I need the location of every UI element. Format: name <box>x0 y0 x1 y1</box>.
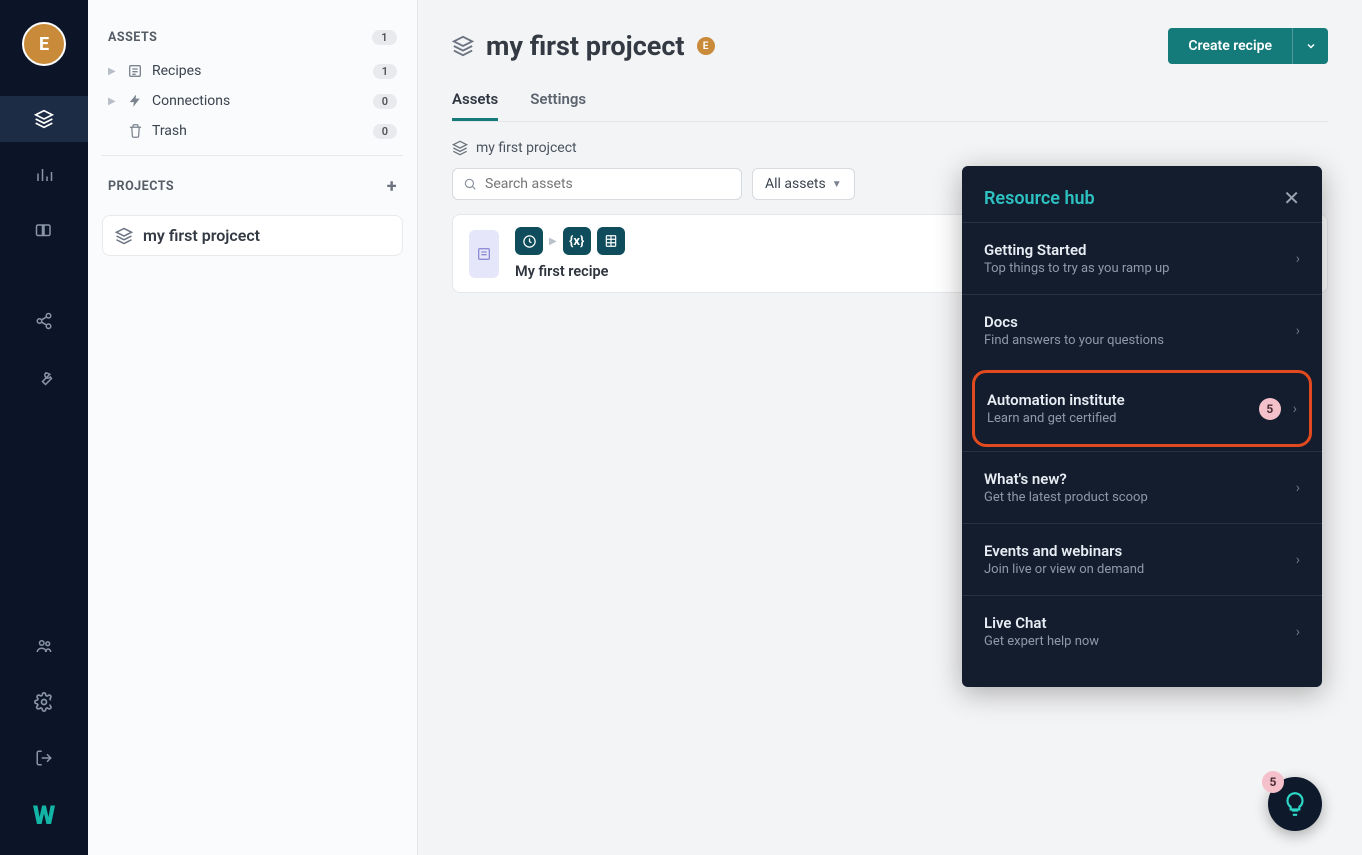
tab-settings[interactable]: Settings <box>530 90 586 121</box>
sidebar-item-trash[interactable]: Trash 0 <box>102 117 403 145</box>
sidebar-item-connections[interactable]: ▶ Connections 0 <box>102 87 403 115</box>
hub-item-subtitle: Top things to try as you ramp up <box>984 261 1296 276</box>
assets-section-header: ASSETS 1 <box>102 20 403 55</box>
hub-item-getting-started[interactable]: Getting Started Top things to try as you … <box>962 222 1322 294</box>
nav-library-icon[interactable] <box>0 208 88 254</box>
stack-icon <box>452 140 468 156</box>
resource-hub-title: Resource hub <box>984 188 1095 209</box>
sidebar: ASSETS 1 ▶ Recipes 1 ▶ Connections 0 Tra… <box>88 0 418 855</box>
projects-label: PROJECTS <box>108 179 174 194</box>
arrow-right-icon: ▶ <box>549 236 557 247</box>
caret-right-icon: ▶ <box>108 66 118 77</box>
hub-item-docs[interactable]: Docs Find answers to your questions› <box>962 294 1322 366</box>
nav-logout-icon[interactable] <box>0 735 88 781</box>
tabs: Assets Settings <box>452 90 1328 122</box>
connections-count: 0 <box>373 94 397 109</box>
hub-item-title: Getting Started <box>984 241 1296 259</box>
nav-projects-icon[interactable] <box>0 96 88 142</box>
hub-item-badge: 5 <box>1259 398 1281 420</box>
breadcrumb: my first projcect <box>452 140 1328 156</box>
hub-item-title: What's new? <box>984 470 1296 488</box>
recipe-icon <box>126 63 144 79</box>
sidebar-project-item[interactable]: my first projcect <box>102 215 403 256</box>
search-input[interactable] <box>485 176 731 192</box>
connections-label: Connections <box>152 93 365 109</box>
chevron-right-icon: › <box>1296 552 1300 568</box>
assets-count: 1 <box>372 30 397 45</box>
chevron-right-icon: › <box>1296 624 1300 640</box>
trash-label: Trash <box>152 123 365 139</box>
tab-assets[interactable]: Assets <box>452 90 498 121</box>
sidebar-item-recipes[interactable]: ▶ Recipes 1 <box>102 57 403 85</box>
trash-count: 0 <box>373 124 397 139</box>
owner-badge: E <box>697 37 715 55</box>
caret-down-icon: ▼ <box>832 179 842 190</box>
hub-item-title: Docs <box>984 313 1296 331</box>
avatar[interactable]: E <box>22 22 66 66</box>
projects-section-header: PROJECTS + <box>102 166 403 207</box>
trash-icon <box>126 123 144 139</box>
divider <box>102 155 403 156</box>
filter-dropdown[interactable]: All assets ▼ <box>752 168 855 200</box>
chevron-right-icon: › <box>1296 480 1300 496</box>
close-icon[interactable]: ✕ <box>1283 186 1300 210</box>
nav-rail: E W <box>0 0 88 855</box>
sheet-icon <box>597 227 625 255</box>
filter-label: All assets <box>765 176 826 192</box>
hub-item-title: Automation institute <box>987 391 1259 409</box>
clock-icon <box>515 227 543 255</box>
stack-icon <box>115 227 133 245</box>
hub-item-subtitle: Learn and get certified <box>987 411 1259 426</box>
nav-share-icon[interactable] <box>0 298 88 344</box>
add-project-button[interactable]: + <box>387 176 397 197</box>
hub-item-automation-institute[interactable]: Automation institute Learn and get certif… <box>972 370 1312 447</box>
nav-tools-icon[interactable] <box>0 354 88 400</box>
hub-item-what-s-new-[interactable]: What's new? Get the latest product scoop› <box>962 451 1322 523</box>
resource-hub-panel: Resource hub ✕ Getting Started Top things… <box>962 166 1322 687</box>
chevron-right-icon: › <box>1296 323 1300 339</box>
nav-dashboard-icon[interactable] <box>0 152 88 198</box>
recipe-type-icon <box>469 230 499 278</box>
fab-badge: 5 <box>1262 771 1284 793</box>
nav-settings-icon[interactable] <box>0 679 88 725</box>
page-title: my first projcect <box>486 30 685 62</box>
assets-label: ASSETS <box>108 30 157 45</box>
help-fab[interactable]: 5 <box>1268 777 1322 831</box>
hub-item-live-chat[interactable]: Live Chat Get expert help now› <box>962 595 1322 667</box>
search-icon <box>463 177 477 191</box>
nav-team-icon[interactable] <box>0 623 88 669</box>
hub-item-subtitle: Join live or view on demand <box>984 562 1296 577</box>
chevron-right-icon: › <box>1293 401 1297 417</box>
hub-item-subtitle: Get expert help now <box>984 634 1296 649</box>
hub-item-events-and-webinars[interactable]: Events and webinars Join live or view on … <box>962 523 1322 595</box>
caret-right-icon: ▶ <box>108 96 118 107</box>
breadcrumb-label: my first projcect <box>476 140 577 156</box>
hub-item-subtitle: Find answers to your questions <box>984 333 1296 348</box>
hub-item-title: Live Chat <box>984 614 1296 632</box>
variable-icon: {x} <box>563 227 591 255</box>
create-recipe-button[interactable]: Create recipe <box>1168 28 1292 64</box>
main-panel: my first projcect E Create recipe Assets… <box>418 0 1362 855</box>
bolt-icon <box>126 93 144 109</box>
project-name: my first projcect <box>143 226 260 245</box>
search-input-wrapper[interactable] <box>452 168 742 200</box>
hub-item-subtitle: Get the latest product scoop <box>984 490 1296 505</box>
create-recipe-dropdown[interactable] <box>1292 28 1328 64</box>
recipes-count: 1 <box>373 64 397 79</box>
hub-item-title: Events and webinars <box>984 542 1296 560</box>
brand-logo: W <box>33 801 56 831</box>
recipes-label: Recipes <box>152 63 365 79</box>
chevron-right-icon: › <box>1296 251 1300 267</box>
stack-icon <box>452 35 474 57</box>
